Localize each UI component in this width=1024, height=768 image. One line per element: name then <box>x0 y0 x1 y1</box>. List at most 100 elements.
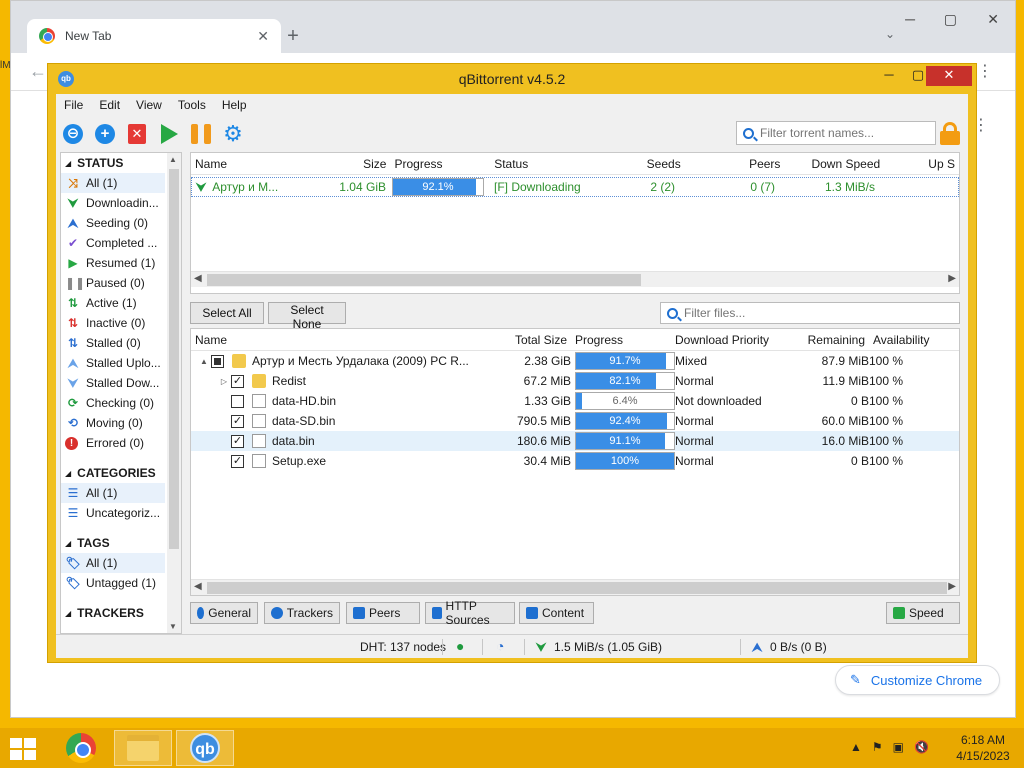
status-all[interactable]: ⤨ All (1) <box>61 173 165 193</box>
taskbar-chrome[interactable] <box>52 730 110 766</box>
file-row[interactable]: ▲ Артур и Месть Урдалака (2009) PC R... 2.… <box>191 351 959 371</box>
scroll-thumb[interactable] <box>207 582 947 594</box>
scroll-thumb[interactable] <box>207 274 641 286</box>
taskbar-qbittorrent[interactable]: qb <box>176 730 234 766</box>
file-list-hscrollbar[interactable]: ◀ ▶ <box>191 579 959 595</box>
tab-peers[interactable]: Peers <box>346 602 420 624</box>
taskbar-file-explorer[interactable] <box>114 730 172 766</box>
col-status[interactable]: Status <box>490 157 620 171</box>
category-uncategorized[interactable]: ☰ Uncategoriz... <box>61 503 165 523</box>
file-priority[interactable]: Normal <box>675 454 775 468</box>
volume-muted-icon[interactable]: 🔇 <box>914 740 929 754</box>
tray-expand-icon[interactable]: ▲ <box>850 740 862 754</box>
col-progress[interactable]: Progress <box>390 157 490 171</box>
torrent-row[interactable]: ⮟ Артур и М... 1.04 GiB 92.1% [F] Downloa… <box>191 177 959 197</box>
chrome-menu-icon[interactable]: ⋮ <box>977 61 993 81</box>
status-stalled[interactable]: ⇅ Stalled (0) <box>61 333 165 353</box>
select-all-button[interactable]: Select All <box>190 302 264 324</box>
torrent-list-hscrollbar[interactable]: ◀ ▶ <box>191 271 959 287</box>
alt-speed-icon[interactable]: ◔ <box>496 638 504 654</box>
file-checkbox[interactable]: ✓ <box>231 454 244 468</box>
status-checking[interactable]: ⟳ Checking (0) <box>61 393 165 413</box>
select-none-button[interactable]: Select None <box>268 302 346 331</box>
tab-http-sources[interactable]: HTTP Sources <box>425 599 515 627</box>
status-paused[interactable]: ❚❚ Paused (0) <box>61 273 165 293</box>
resume-button[interactable] <box>156 121 182 147</box>
file-priority[interactable]: Mixed <box>675 354 775 368</box>
file-priority[interactable]: Not downloaded <box>675 394 775 408</box>
file-filter-box[interactable] <box>660 302 960 324</box>
windows-start-icon[interactable] <box>10 738 36 760</box>
add-torrent-link-button[interactable]: ⊖ <box>60 121 86 147</box>
tab-search-icon[interactable]: ⌄ <box>885 27 895 41</box>
file-checkbox[interactable] <box>231 394 244 408</box>
category-all[interactable]: ☰ All (1) <box>61 483 165 503</box>
file-filter-input[interactable] <box>684 306 959 320</box>
file-checkbox[interactable]: ✓ <box>231 374 244 388</box>
torrent-filter-box[interactable] <box>736 121 936 145</box>
file-priority[interactable]: Normal <box>675 414 775 428</box>
tab-close-icon[interactable]: ✕ <box>257 28 269 45</box>
col-file-name[interactable]: Name <box>191 333 471 347</box>
options-button[interactable]: ⚙ <box>220 121 246 147</box>
tree-expander-icon[interactable]: ▷ <box>217 377 231 386</box>
scroll-left-icon[interactable]: ◀ <box>194 581 202 592</box>
pause-button[interactable] <box>188 121 214 147</box>
status-stalled-uploading[interactable]: ⮝ Stalled Uplo... <box>61 353 165 373</box>
status-seeding[interactable]: ⮝ Seeding (0) <box>61 213 165 233</box>
menu-tools[interactable]: Tools <box>170 96 214 116</box>
file-row[interactable]: ▷ ✓ Redist 67.2 MiB 82.1% Normal 11.9 MiB 100 % <box>191 371 959 391</box>
chrome-minimize-button[interactable]: ─ <box>905 11 915 27</box>
col-peers[interactable]: Peers <box>685 157 785 171</box>
back-arrow-icon[interactable]: ← <box>29 61 47 82</box>
file-checkbox[interactable] <box>211 354 224 368</box>
status-completed[interactable]: ✔ Completed ... <box>61 233 165 253</box>
status-errored[interactable]: ! Errored (0) <box>61 433 165 453</box>
file-row[interactable]: ✓ data-SD.bin 790.5 MiB 92.4% Normal 60.0 MiB… <box>191 411 959 431</box>
tab-trackers[interactable]: Trackers <box>264 602 340 624</box>
scroll-right-icon[interactable]: ▶ <box>948 581 956 592</box>
tag-all[interactable]: 🏷 All (1) <box>61 553 165 573</box>
chrome-maximize-button[interactable]: ▢ <box>944 11 957 28</box>
file-checkbox[interactable]: ✓ <box>231 434 244 448</box>
network-icon[interactable]: ▣ <box>893 740 904 754</box>
menu-edit[interactable]: Edit <box>91 96 128 116</box>
new-tab-button[interactable]: + <box>281 25 305 49</box>
chrome-tab[interactable]: New Tab ✕ <box>27 19 281 53</box>
window-title-bar[interactable]: qb qBittorrent v4.5.2 ─ ▢ ✕ <box>48 64 976 94</box>
file-row[interactable]: ✓ data.bin 180.6 MiB 91.1% Normal 16.0 MiB 100… <box>191 431 959 451</box>
file-row[interactable]: data-HD.bin 1.33 GiB 6.4% Not downloaded 0 B… <box>191 391 959 411</box>
customize-chrome-button[interactable]: ✎ Customize Chrome <box>835 665 1000 695</box>
download-speed[interactable]: 1.5 MiB/s (1.05 GiB) <box>554 640 662 654</box>
file-priority[interactable]: Normal <box>675 434 775 448</box>
scroll-thumb[interactable] <box>169 169 179 549</box>
col-priority[interactable]: Download Priority <box>671 333 771 347</box>
categories-header[interactable]: ◢ CATEGORIES <box>61 463 181 483</box>
scroll-right-icon[interactable]: ▶ <box>948 273 956 284</box>
tree-expander-icon[interactable]: ▲ <box>197 357 211 366</box>
col-remaining[interactable]: Remaining <box>771 333 869 347</box>
torrent-filter-input[interactable] <box>760 126 935 140</box>
trackers-header[interactable]: ◢ TRACKERS <box>61 603 181 623</box>
file-priority[interactable]: Normal <box>675 374 775 388</box>
minimize-button[interactable]: ─ <box>874 66 904 86</box>
status-header[interactable]: ◢ STATUS <box>61 153 181 173</box>
col-total-size[interactable]: Total Size <box>471 333 571 347</box>
status-resumed[interactable]: ▶ Resumed (1) <box>61 253 165 273</box>
remove-torrent-button[interactable]: ✕ <box>124 121 150 147</box>
col-down-speed[interactable]: Down Speed <box>784 157 884 171</box>
col-availability[interactable]: Availability <box>869 333 959 347</box>
status-downloading[interactable]: ⮟ Downloadin... <box>61 193 165 213</box>
tags-header[interactable]: ◢ TAGS <box>61 533 181 553</box>
tab-content[interactable]: Content <box>519 602 594 624</box>
upload-speed[interactable]: 0 B/s (0 B) <box>770 640 827 654</box>
clock[interactable]: 6:18 AM 4/15/2023 <box>950 732 1016 764</box>
col-file-progress[interactable]: Progress <box>571 333 671 347</box>
file-row[interactable]: ✓ Setup.exe 30.4 MiB 100% Normal 0 B 100 % <box>191 451 959 471</box>
status-active[interactable]: ⇅ Active (1) <box>61 293 165 313</box>
connection-ok-icon[interactable]: ● <box>456 638 464 654</box>
tag-untagged[interactable]: 🏷 Untagged (1) <box>61 573 165 593</box>
col-seeds[interactable]: Seeds <box>620 157 685 171</box>
status-moving[interactable]: ⟲ Moving (0) <box>61 413 165 433</box>
col-size[interactable]: Size <box>351 157 391 171</box>
